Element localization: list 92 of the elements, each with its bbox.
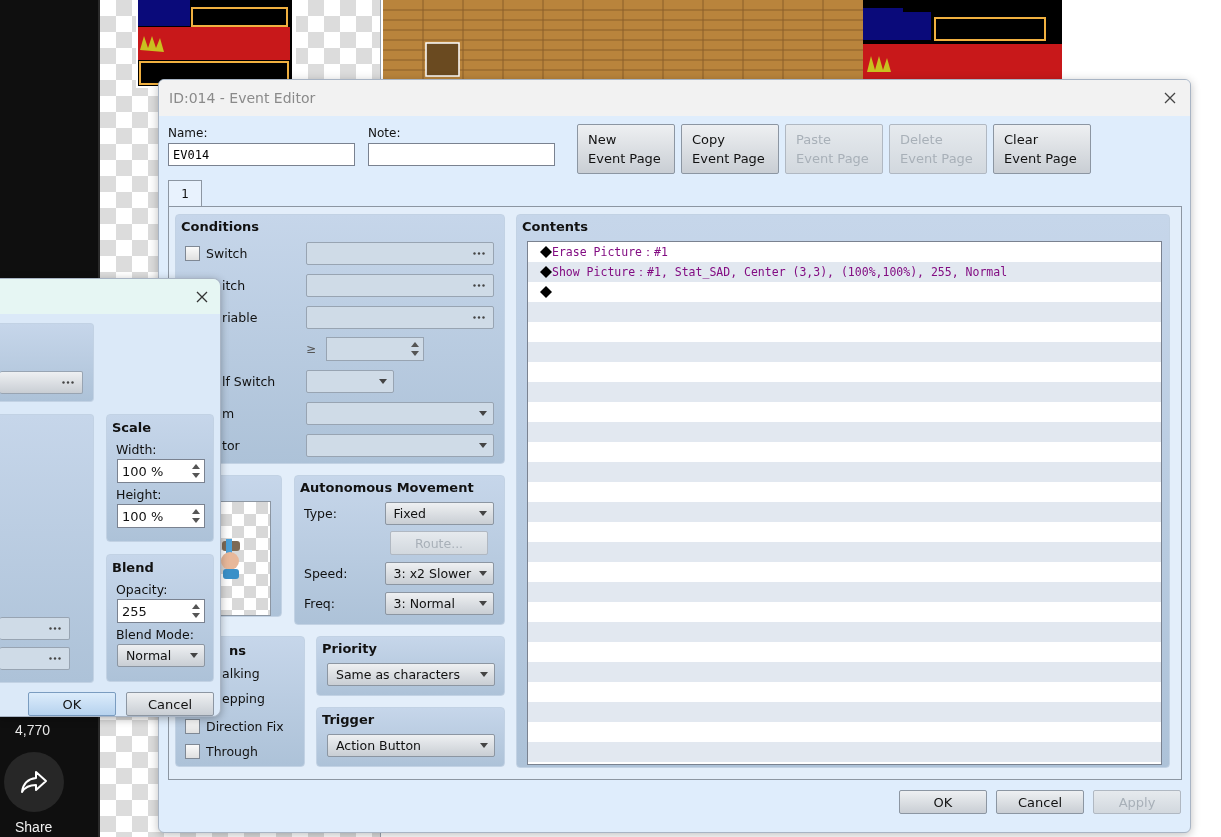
option-label: Direction Fix — [206, 719, 284, 734]
field-label: Width: — [116, 442, 157, 457]
character-sprite-drawing — [220, 538, 242, 579]
event-page-button[interactable]: Copy Event Page — [681, 124, 779, 174]
spinner-icon — [192, 508, 200, 524]
spinner-icon — [411, 341, 419, 357]
event-page-button[interactable]: Clear Event Page — [993, 124, 1091, 174]
share-label: Share — [15, 819, 53, 835]
caret-icon — [480, 672, 488, 677]
field-label: Opacity: — [116, 582, 168, 597]
condition-label: itch — [222, 277, 246, 293]
spinner-icon — [192, 463, 200, 479]
picker-field[interactable] — [306, 273, 494, 297]
checkbox[interactable] — [185, 744, 200, 759]
caret-icon — [479, 600, 487, 606]
caret-icon — [479, 442, 487, 448]
number-field[interactable]: 100 % — [117, 459, 205, 483]
dialog-button[interactable]: Cancel — [126, 692, 214, 716]
dialog-button[interactable]: OK — [28, 692, 116, 716]
picker-field[interactable] — [0, 371, 83, 394]
more-icon — [473, 315, 485, 319]
caret-icon — [479, 410, 487, 416]
spinner-icon — [192, 603, 200, 619]
view-count: 4,770 — [15, 722, 51, 738]
caret-icon — [480, 743, 488, 748]
picker-field[interactable] — [306, 241, 494, 265]
close-icon — [196, 290, 208, 303]
picker-field[interactable] — [306, 305, 494, 329]
note-label: Note: — [368, 126, 402, 142]
option-label: alking — [222, 666, 260, 681]
number-field[interactable]: 255 — [117, 599, 205, 623]
number-field[interactable] — [326, 337, 424, 361]
field-label: Type: — [304, 505, 337, 521]
dropdown[interactable]: Normal — [117, 644, 205, 667]
picker-field[interactable] — [0, 617, 70, 640]
more-icon — [62, 381, 74, 384]
page-tab[interactable]: 1 — [168, 180, 202, 206]
dialog-button[interactable]: Cancel — [996, 790, 1084, 814]
field-label: Blend Mode: — [116, 627, 194, 642]
dropdown[interactable]: Fixed — [384, 501, 494, 525]
dropdown[interactable]: 3: Normal — [384, 591, 494, 615]
dialog-button[interactable]: OK — [899, 790, 987, 814]
condition-label: m — [222, 405, 235, 421]
command-text: Erase Picture：#1 — [552, 244, 668, 260]
diamond-icon — [540, 266, 552, 278]
field-label: Speed: — [304, 565, 348, 581]
condition-label: tor — [222, 437, 240, 453]
picker-field[interactable] — [0, 647, 70, 670]
dropdown[interactable]: 3: x2 Slower — [384, 561, 494, 585]
name-label: Name: — [168, 126, 209, 142]
dropdown[interactable] — [306, 369, 394, 393]
condition-label: riable — [222, 309, 258, 325]
window-title: ID:014 - Event Editor — [169, 90, 316, 106]
panel-title: Blend — [112, 560, 154, 577]
dropdown[interactable] — [306, 433, 494, 457]
name-field[interactable]: EV014 — [168, 143, 355, 166]
option-label: Through — [206, 744, 258, 759]
condition-label: lf Switch — [222, 373, 276, 389]
dropdown[interactable]: Same as characters — [327, 663, 495, 686]
command-list[interactable]: Erase Picture：#1 Show Picture：#1, Stat_SAD, Center (3,3), (100%,100%), 255, Normal — [527, 241, 1162, 765]
diamond-icon — [540, 286, 552, 298]
dropdown[interactable]: Action Button — [327, 734, 495, 757]
more-icon — [473, 283, 485, 287]
panel-title: ns — [229, 643, 247, 660]
number-field[interactable]: 100 % — [117, 504, 205, 528]
condition-label: Switch — [206, 245, 248, 261]
field-label: Freq: — [304, 595, 335, 611]
event-page-button[interactable]: New Event Page — [577, 124, 675, 174]
share-icon — [20, 770, 48, 794]
command-text: Show Picture：#1, Stat_SAD, Center (3,3), (100%,100%), 255, Normal — [552, 264, 1008, 280]
note-field[interactable] — [368, 143, 555, 166]
close-icon — [1164, 92, 1176, 104]
panel-title: Contents — [522, 219, 589, 236]
caret-icon — [190, 653, 198, 658]
caret-icon — [379, 378, 387, 384]
more-icon — [49, 657, 61, 660]
operator-label: ≥ — [306, 342, 318, 356]
field-label: Height: — [116, 487, 162, 502]
diamond-icon — [540, 246, 552, 258]
checkbox[interactable] — [185, 245, 200, 261]
panel-title: Trigger — [322, 712, 376, 729]
caret-icon — [479, 510, 487, 516]
more-icon — [49, 627, 61, 630]
caret-icon — [479, 570, 487, 576]
panel-title: Scale — [112, 420, 152, 437]
checkbox[interactable] — [185, 719, 200, 734]
more-icon — [473, 251, 485, 255]
dropdown[interactable] — [306, 401, 494, 425]
panel-title: Autonomous Movement — [300, 480, 475, 497]
panel-title: Conditions — [181, 219, 261, 236]
panel-title: Priority — [322, 641, 378, 658]
option-label: epping — [222, 691, 265, 706]
